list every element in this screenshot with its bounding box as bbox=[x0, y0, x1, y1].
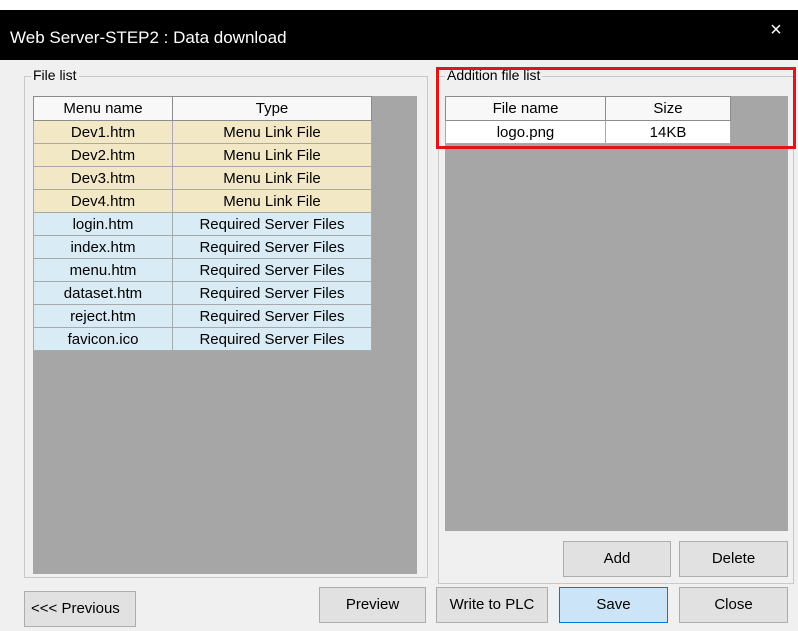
close-button[interactable]: Close bbox=[679, 587, 788, 623]
file-list-row[interactable]: index.htm Required Server Files bbox=[33, 235, 372, 259]
previous-button[interactable]: <<< Previous bbox=[24, 591, 136, 627]
column-header-menu-name[interactable]: Menu name bbox=[33, 96, 173, 121]
title-bar: Web Server-STEP2 : Data download × bbox=[0, 0, 798, 60]
file-list-row[interactable]: Dev3.htm Menu Link File bbox=[33, 166, 372, 190]
window-title: Web Server-STEP2 : Data download bbox=[10, 28, 287, 47]
menu-name-cell: login.htm bbox=[33, 212, 173, 236]
menu-name-cell: reject.htm bbox=[33, 304, 173, 328]
type-cell: Required Server Files bbox=[172, 327, 372, 351]
file-name-cell: logo.png bbox=[445, 120, 606, 144]
close-icon[interactable]: × bbox=[764, 18, 788, 42]
menu-name-cell: dataset.htm bbox=[33, 281, 173, 305]
menu-name-cell: menu.htm bbox=[33, 258, 173, 282]
file-list-row[interactable]: login.htm Required Server Files bbox=[33, 212, 372, 236]
type-cell: Required Server Files bbox=[172, 212, 372, 236]
menu-name-cell: Dev4.htm bbox=[33, 189, 173, 213]
type-cell: Required Server Files bbox=[172, 258, 372, 282]
addition-file-list-table: File name Size logo.png 14KB bbox=[445, 96, 731, 144]
column-header-type[interactable]: Type bbox=[172, 96, 372, 121]
menu-name-cell: Dev1.htm bbox=[33, 120, 173, 144]
file-list-row[interactable]: dataset.htm Required Server Files bbox=[33, 281, 372, 305]
file-list-label: File list bbox=[31, 66, 79, 84]
menu-name-cell: Dev2.htm bbox=[33, 143, 173, 167]
addition-file-list-label: Addition file list bbox=[445, 66, 543, 84]
file-list-row[interactable]: Dev1.htm Menu Link File bbox=[33, 120, 372, 144]
add-button[interactable]: Add bbox=[563, 541, 671, 577]
file-list-row[interactable]: Dev2.htm Menu Link File bbox=[33, 143, 372, 167]
addition-list-header-row: File name Size bbox=[445, 96, 731, 121]
write-to-plc-button[interactable]: Write to PLC bbox=[436, 587, 548, 623]
size-cell: 14KB bbox=[605, 120, 731, 144]
file-list-grid[interactable]: Menu name Type Dev1.htm Menu Link File Dev… bbox=[33, 96, 417, 574]
type-cell: Required Server Files bbox=[172, 235, 372, 259]
type-cell: Menu Link File bbox=[172, 166, 372, 190]
file-list-row[interactable]: reject.htm Required Server Files bbox=[33, 304, 372, 328]
dialog-body: File list Menu name Type Dev1.htm Menu Li… bbox=[0, 60, 798, 631]
column-header-file-name[interactable]: File name bbox=[445, 96, 606, 121]
menu-name-cell: index.htm bbox=[33, 235, 173, 259]
menu-name-cell: favicon.ico bbox=[33, 327, 173, 351]
preview-button[interactable]: Preview bbox=[319, 587, 426, 623]
menu-name-cell: Dev3.htm bbox=[33, 166, 173, 190]
addition-file-list-grid[interactable]: File name Size logo.png 14KB bbox=[445, 96, 788, 531]
file-list-row[interactable]: favicon.ico Required Server Files bbox=[33, 327, 372, 351]
column-header-size[interactable]: Size bbox=[605, 96, 731, 121]
type-cell: Menu Link File bbox=[172, 189, 372, 213]
delete-button[interactable]: Delete bbox=[679, 541, 788, 577]
type-cell: Menu Link File bbox=[172, 143, 372, 167]
addition-list-row[interactable]: logo.png 14KB bbox=[445, 120, 731, 144]
file-list-header-row: Menu name Type bbox=[33, 96, 372, 121]
file-list-row[interactable]: Dev4.htm Menu Link File bbox=[33, 189, 372, 213]
file-list-row[interactable]: menu.htm Required Server Files bbox=[33, 258, 372, 282]
type-cell: Required Server Files bbox=[172, 281, 372, 305]
type-cell: Menu Link File bbox=[172, 120, 372, 144]
save-button[interactable]: Save bbox=[559, 587, 668, 623]
file-list-table: Menu name Type Dev1.htm Menu Link File Dev… bbox=[33, 96, 372, 351]
type-cell: Required Server Files bbox=[172, 304, 372, 328]
